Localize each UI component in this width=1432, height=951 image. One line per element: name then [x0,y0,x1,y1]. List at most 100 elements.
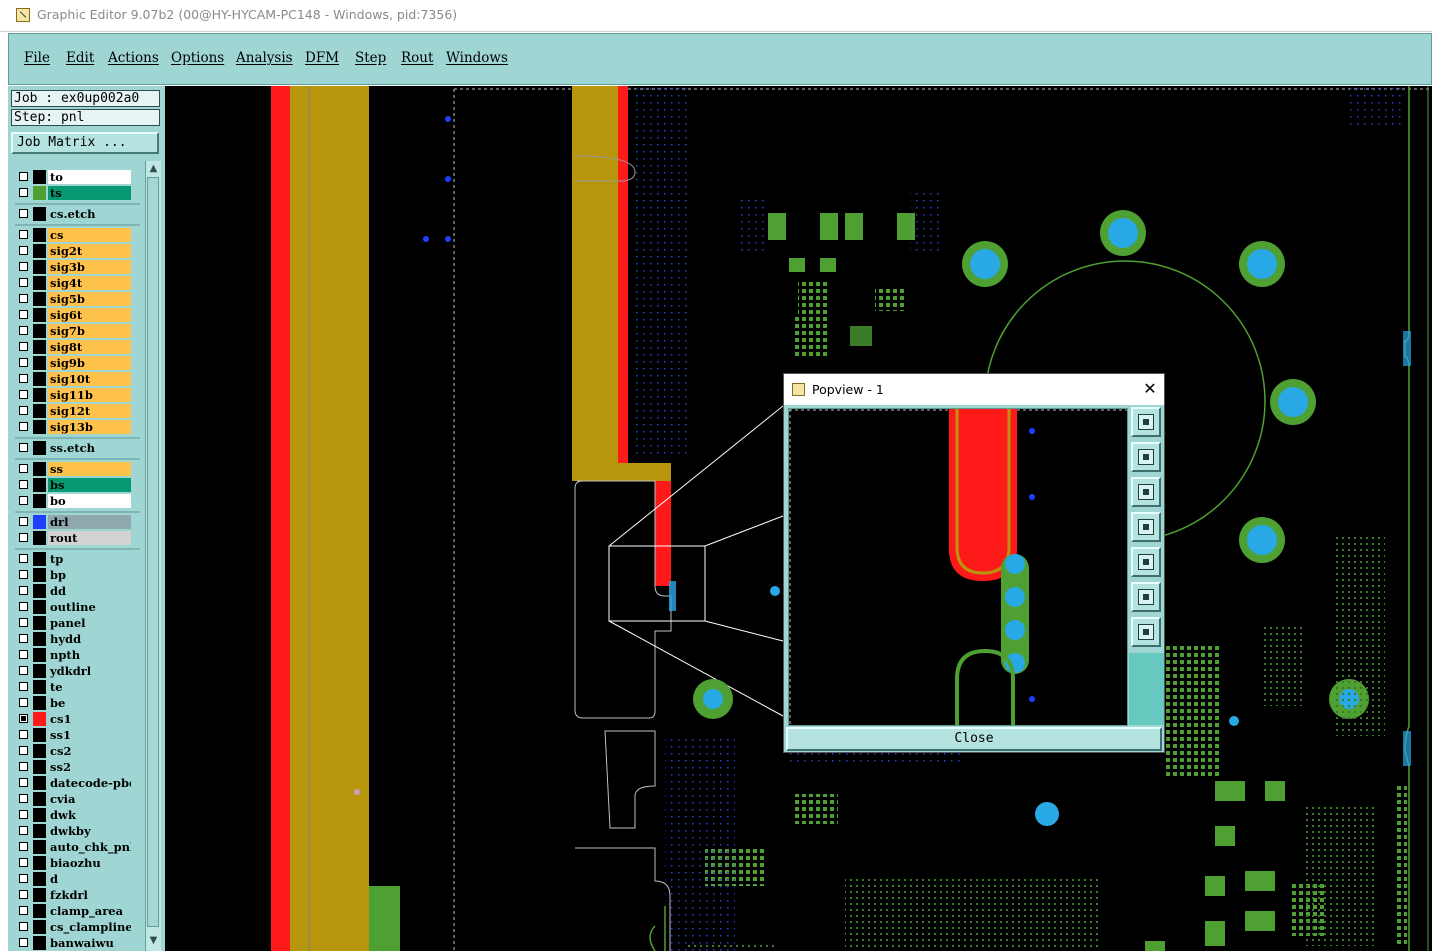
layer-color-swatch[interactable] [33,840,46,854]
layer-row-sig6t[interactable]: sig6t [15,308,140,322]
layer-checkbox[interactable] [19,533,28,542]
layer-checkbox[interactable] [19,326,28,335]
popview-close-button[interactable]: Close [786,727,1162,751]
layer-color-swatch[interactable] [33,260,46,274]
layer-checkbox[interactable] [19,406,28,415]
layer-color-swatch[interactable] [33,856,46,870]
layer-checkbox[interactable] [19,906,28,915]
layer-name[interactable]: ydkdrl [48,664,131,678]
layer-checkbox[interactable] [19,496,28,505]
layer-color-swatch[interactable] [33,404,46,418]
layer-row-to[interactable]: to [15,170,140,184]
layer-row-bo[interactable]: bo [15,494,140,508]
layer-row-panel[interactable]: panel [15,616,140,630]
layer-name[interactable]: cvia [48,792,131,806]
layer-name[interactable]: sig11b [48,388,131,402]
layer-checkbox[interactable] [19,262,28,271]
layer-row-tp[interactable]: tp [15,552,140,566]
layer-row-sig12t[interactable]: sig12t [15,404,140,418]
layer-row-sig4t[interactable]: sig4t [15,276,140,290]
menu-windows[interactable]: Windows [446,50,508,66]
layer-color-swatch[interactable] [33,728,46,742]
layer-row-biaozhu[interactable]: biaozhu [15,856,140,870]
layer-name[interactable]: sig6t [48,308,131,322]
layer-checkbox[interactable] [19,374,28,383]
pan-right-icon[interactable] [1131,547,1161,577]
layer-scrollbar[interactable]: ▲ ▼ [145,161,161,951]
layer-color-swatch[interactable] [33,372,46,386]
layer-color-swatch[interactable] [33,904,46,918]
layer-row-bp[interactable]: bp [15,568,140,582]
layer-row-rout[interactable]: rout [15,531,140,545]
layer-checkbox[interactable] [19,746,28,755]
layer-name[interactable]: te [48,680,131,694]
layer-color-swatch[interactable] [33,308,46,322]
layer-color-swatch[interactable] [33,276,46,290]
layer-row-cs-clampline[interactable]: cs_clampline [15,920,140,934]
layer-color-swatch[interactable] [33,228,46,242]
layer-color-swatch[interactable] [33,824,46,838]
layer-name[interactable]: sig10t [48,372,131,386]
layer-row-te[interactable]: te [15,680,140,694]
layer-checkbox[interactable] [19,714,28,723]
zoom-center-icon[interactable] [1131,617,1161,647]
layer-checkbox[interactable] [19,422,28,431]
layer-name[interactable]: sig12t [48,404,131,418]
layer-row-cs1[interactable]: cs1 [15,712,140,726]
layer-row-sig8t[interactable]: sig8t [15,340,140,354]
layer-name[interactable]: sig5b [48,292,131,306]
layer-checkbox[interactable] [19,794,28,803]
layer-checkbox[interactable] [19,570,28,579]
layer-color-swatch[interactable] [33,292,46,306]
layer-row-npth[interactable]: npth [15,648,140,662]
layer-checkbox[interactable] [19,650,28,659]
layer-row-sig13b[interactable]: sig13b [15,420,140,434]
layer-checkbox[interactable] [19,480,28,489]
layer-checkbox[interactable] [19,730,28,739]
layer-name[interactable]: drl [48,515,131,529]
layer-checkbox[interactable] [19,310,28,319]
layer-name[interactable]: ss1 [48,728,131,742]
layer-color-swatch[interactable] [33,441,46,455]
layer-checkbox[interactable] [19,842,28,851]
layer-row-ss2[interactable]: ss2 [15,760,140,774]
layer-name[interactable]: be [48,696,131,710]
layer-row-datecode-pbe[interactable]: datecode-pbe [15,776,140,790]
layer-name[interactable]: cs.etch [48,207,131,221]
layer-color-swatch[interactable] [33,340,46,354]
layer-row-hydd[interactable]: hydd [15,632,140,646]
layer-name[interactable]: ts [48,186,131,200]
layer-checkbox[interactable] [19,826,28,835]
layer-row-ss-etch[interactable]: ss.etch [15,441,140,455]
layer-checkbox[interactable] [19,922,28,931]
layer-name[interactable]: biaozhu [48,856,131,870]
layer-name[interactable]: dwk [48,808,131,822]
layer-row-sig11b[interactable]: sig11b [15,388,140,402]
menu-rout[interactable]: Rout [401,50,433,66]
layer-checkbox[interactable] [19,666,28,675]
layer-checkbox[interactable] [19,602,28,611]
layer-row-cs2[interactable]: cs2 [15,744,140,758]
layer-name[interactable]: bo [48,494,131,508]
layer-checkbox[interactable] [19,698,28,707]
scroll-down-icon[interactable]: ▼ [148,935,159,946]
layer-checkbox[interactable] [19,294,28,303]
layer-color-swatch[interactable] [33,324,46,338]
layer-row-dwkby[interactable]: dwkby [15,824,140,838]
menu-actions[interactable]: Actions [108,50,159,66]
layer-color-swatch[interactable] [33,552,46,566]
layer-row-sig10t[interactable]: sig10t [15,372,140,386]
layer-checkbox[interactable] [19,938,28,947]
layer-name[interactable]: sig8t [48,340,131,354]
layer-color-swatch[interactable] [33,494,46,508]
layer-name[interactable]: auto_chk_pnl [48,840,131,854]
layer-color-swatch[interactable] [33,888,46,902]
layer-checkbox[interactable] [19,874,28,883]
layer-name[interactable]: npth [48,648,131,662]
layer-name[interactable]: cs2 [48,744,131,758]
layer-color-swatch[interactable] [33,186,46,200]
layer-row-cvia[interactable]: cvia [15,792,140,806]
layer-name[interactable]: dwkby [48,824,131,838]
layer-name[interactable]: sig4t [48,276,131,290]
layer-row-clamp-area[interactable]: clamp_area [15,904,140,918]
